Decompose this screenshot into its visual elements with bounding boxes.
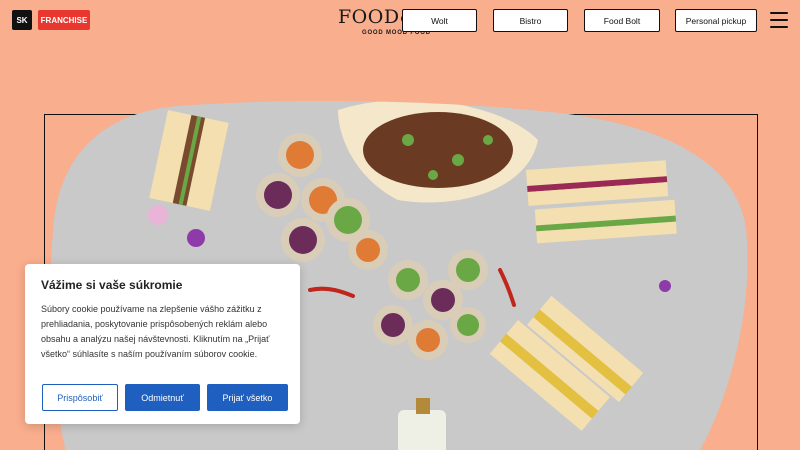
- nav-food-bolt-button[interactable]: Food Bolt: [584, 9, 660, 32]
- cookie-title: Vážime si vaše súkromie: [41, 278, 183, 292]
- accept-all-cookies-button[interactable]: Prijať všetko: [207, 384, 288, 411]
- language-switcher[interactable]: SK: [12, 10, 32, 30]
- nav-personal-pickup-button[interactable]: Personal pickup: [675, 9, 757, 32]
- cookie-description: Súbory cookie používame na zlepšenie váš…: [41, 304, 270, 359]
- nav-wolt-button[interactable]: Wolt: [402, 9, 477, 32]
- nav-bistro-button[interactable]: Bistro: [493, 9, 568, 32]
- hamburger-menu-icon[interactable]: [770, 12, 788, 28]
- cookie-consent-dialog: Vážime si vaše súkromie Súbory cookie po…: [25, 264, 300, 424]
- reject-cookies-button[interactable]: Odmietnuť: [125, 384, 200, 411]
- site-header: SK FRANCHISE FOOD& GOOD MOOD FOOD Wolt B…: [0, 0, 800, 44]
- franchise-button[interactable]: FRANCHISE: [38, 10, 90, 30]
- customize-cookies-button[interactable]: Prispôsobiť: [42, 384, 118, 411]
- cookie-button-row: Prispôsobiť Odmietnuť Prijať všetko: [42, 384, 288, 411]
